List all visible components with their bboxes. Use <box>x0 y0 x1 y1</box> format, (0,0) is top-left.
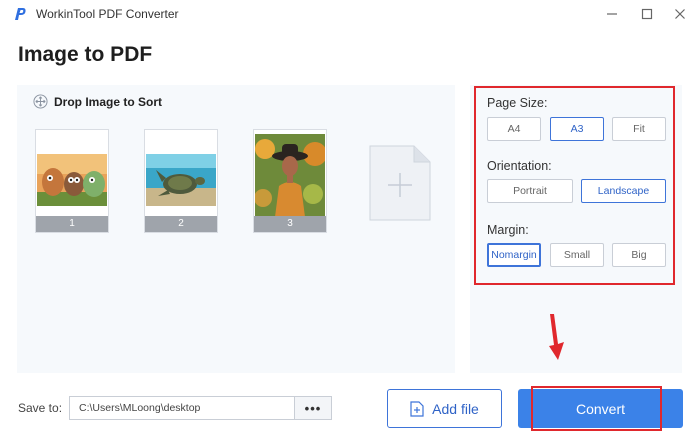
browse-button[interactable]: ••• <box>294 396 332 420</box>
add-file-button[interactable]: Add file <box>387 389 502 428</box>
image-number: 2 <box>145 216 217 232</box>
minimize-icon <box>607 13 617 15</box>
red-arrow-icon <box>549 314 564 360</box>
add-file-label: Add file <box>432 400 479 417</box>
page-size-a4-option[interactable]: A4 <box>487 117 541 141</box>
woman-portrait-image <box>255 134 325 217</box>
title-bar: WorkinTool PDF Converter <box>0 0 700 28</box>
image-thumbnail[interactable]: 2 <box>144 129 218 233</box>
convert-button[interactable]: Convert <box>518 389 683 428</box>
maximize-icon <box>641 8 653 20</box>
save-to-label: Save to: <box>18 401 63 415</box>
page-size-a3-option[interactable]: A3 <box>550 117 604 141</box>
image-thumbnail[interactable]: 1 <box>35 129 109 233</box>
orientation-landscape-option[interactable]: Landscape <box>581 179 666 203</box>
image-number: 3 <box>254 216 326 232</box>
animated-characters-image <box>37 154 107 206</box>
settings-panel: Page Size: A4 A3 Fit Orientation: Portra… <box>470 85 682 373</box>
image-thumbnail[interactable]: 3 <box>253 129 327 233</box>
convert-label: Convert <box>575 400 626 417</box>
move-icon <box>33 94 48 109</box>
close-button[interactable] <box>670 4 690 24</box>
page-size-label: Page Size: <box>487 96 548 110</box>
minimize-button[interactable] <box>602 4 622 24</box>
add-file-icon <box>410 400 424 417</box>
margin-nomargin-option[interactable]: Nomargin <box>487 243 541 267</box>
orientation-portrait-option[interactable]: Portrait <box>487 179 573 203</box>
close-icon <box>675 9 685 19</box>
app-logo-icon <box>15 8 26 20</box>
image-number: 1 <box>36 216 108 232</box>
image-drop-area[interactable]: Drop Image to Sort 1 2 3 <box>17 85 455 373</box>
maximize-button[interactable] <box>637 4 657 24</box>
page-size-fit-option[interactable]: Fit <box>612 117 666 141</box>
save-path-field[interactable]: C:\Users\MLoong\desktop <box>69 396 295 420</box>
margin-label: Margin: <box>487 223 529 237</box>
margin-small-option[interactable]: Small <box>550 243 604 267</box>
app-title: WorkinTool PDF Converter <box>36 7 179 21</box>
sea-turtle-image <box>146 154 216 206</box>
drop-header: Drop Image to Sort <box>33 94 162 109</box>
margin-big-option[interactable]: Big <box>612 243 666 267</box>
add-image-button[interactable] <box>369 145 431 221</box>
orientation-label: Orientation: <box>487 159 552 173</box>
drop-image-label: Drop Image to Sort <box>54 94 163 109</box>
page-title: Image to PDF <box>18 43 153 66</box>
